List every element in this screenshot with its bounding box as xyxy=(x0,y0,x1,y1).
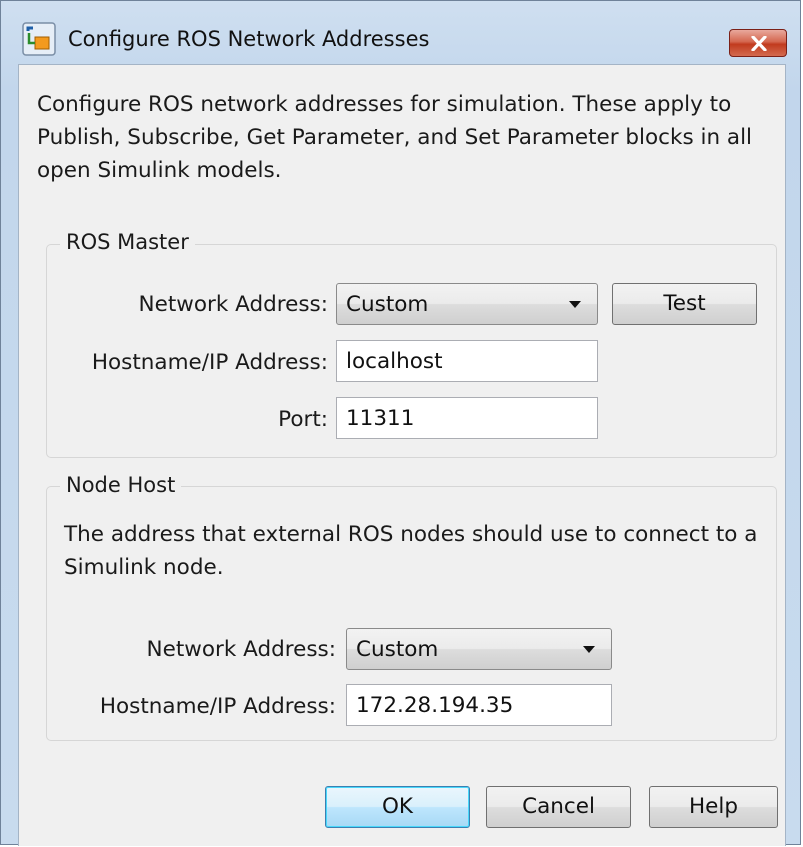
master-network-address-label: Network Address: xyxy=(138,292,328,317)
window-title: Configure ROS Network Addresses xyxy=(68,27,430,51)
close-icon xyxy=(751,36,767,51)
node-hostname-input[interactable]: 172.28.194.35 xyxy=(346,684,612,726)
master-network-address-value: Custom xyxy=(346,292,429,317)
master-hostname-input[interactable]: localhost xyxy=(336,340,598,382)
simulink-app-icon xyxy=(21,21,57,57)
node-network-address-label: Network Address: xyxy=(146,637,336,662)
cancel-button[interactable]: Cancel xyxy=(486,786,631,828)
master-port-input[interactable]: 11311 xyxy=(336,397,598,439)
node-hostname-label: Hostname/IP Address: xyxy=(99,694,336,719)
ros-master-group-label: ROS Master xyxy=(60,230,195,254)
dialog-description: Configure ROS network addresses for simu… xyxy=(37,92,753,183)
master-hostname-label: Hostname/IP Address: xyxy=(91,350,328,375)
master-network-address-dropdown[interactable]: Custom xyxy=(336,283,598,325)
node-host-description: The address that external ROS nodes shou… xyxy=(64,522,758,580)
test-button[interactable]: Test xyxy=(612,283,757,325)
chevron-down-icon xyxy=(569,301,581,308)
close-button[interactable] xyxy=(729,29,787,57)
node-host-group-label: Node Host xyxy=(60,473,182,497)
node-network-address-dropdown[interactable]: Custom xyxy=(346,628,612,670)
ok-button[interactable]: OK xyxy=(325,786,470,828)
chevron-down-icon xyxy=(583,646,595,653)
help-button[interactable]: Help xyxy=(649,786,778,828)
node-network-address-value: Custom xyxy=(356,637,439,662)
master-port-label: Port: xyxy=(278,407,328,432)
